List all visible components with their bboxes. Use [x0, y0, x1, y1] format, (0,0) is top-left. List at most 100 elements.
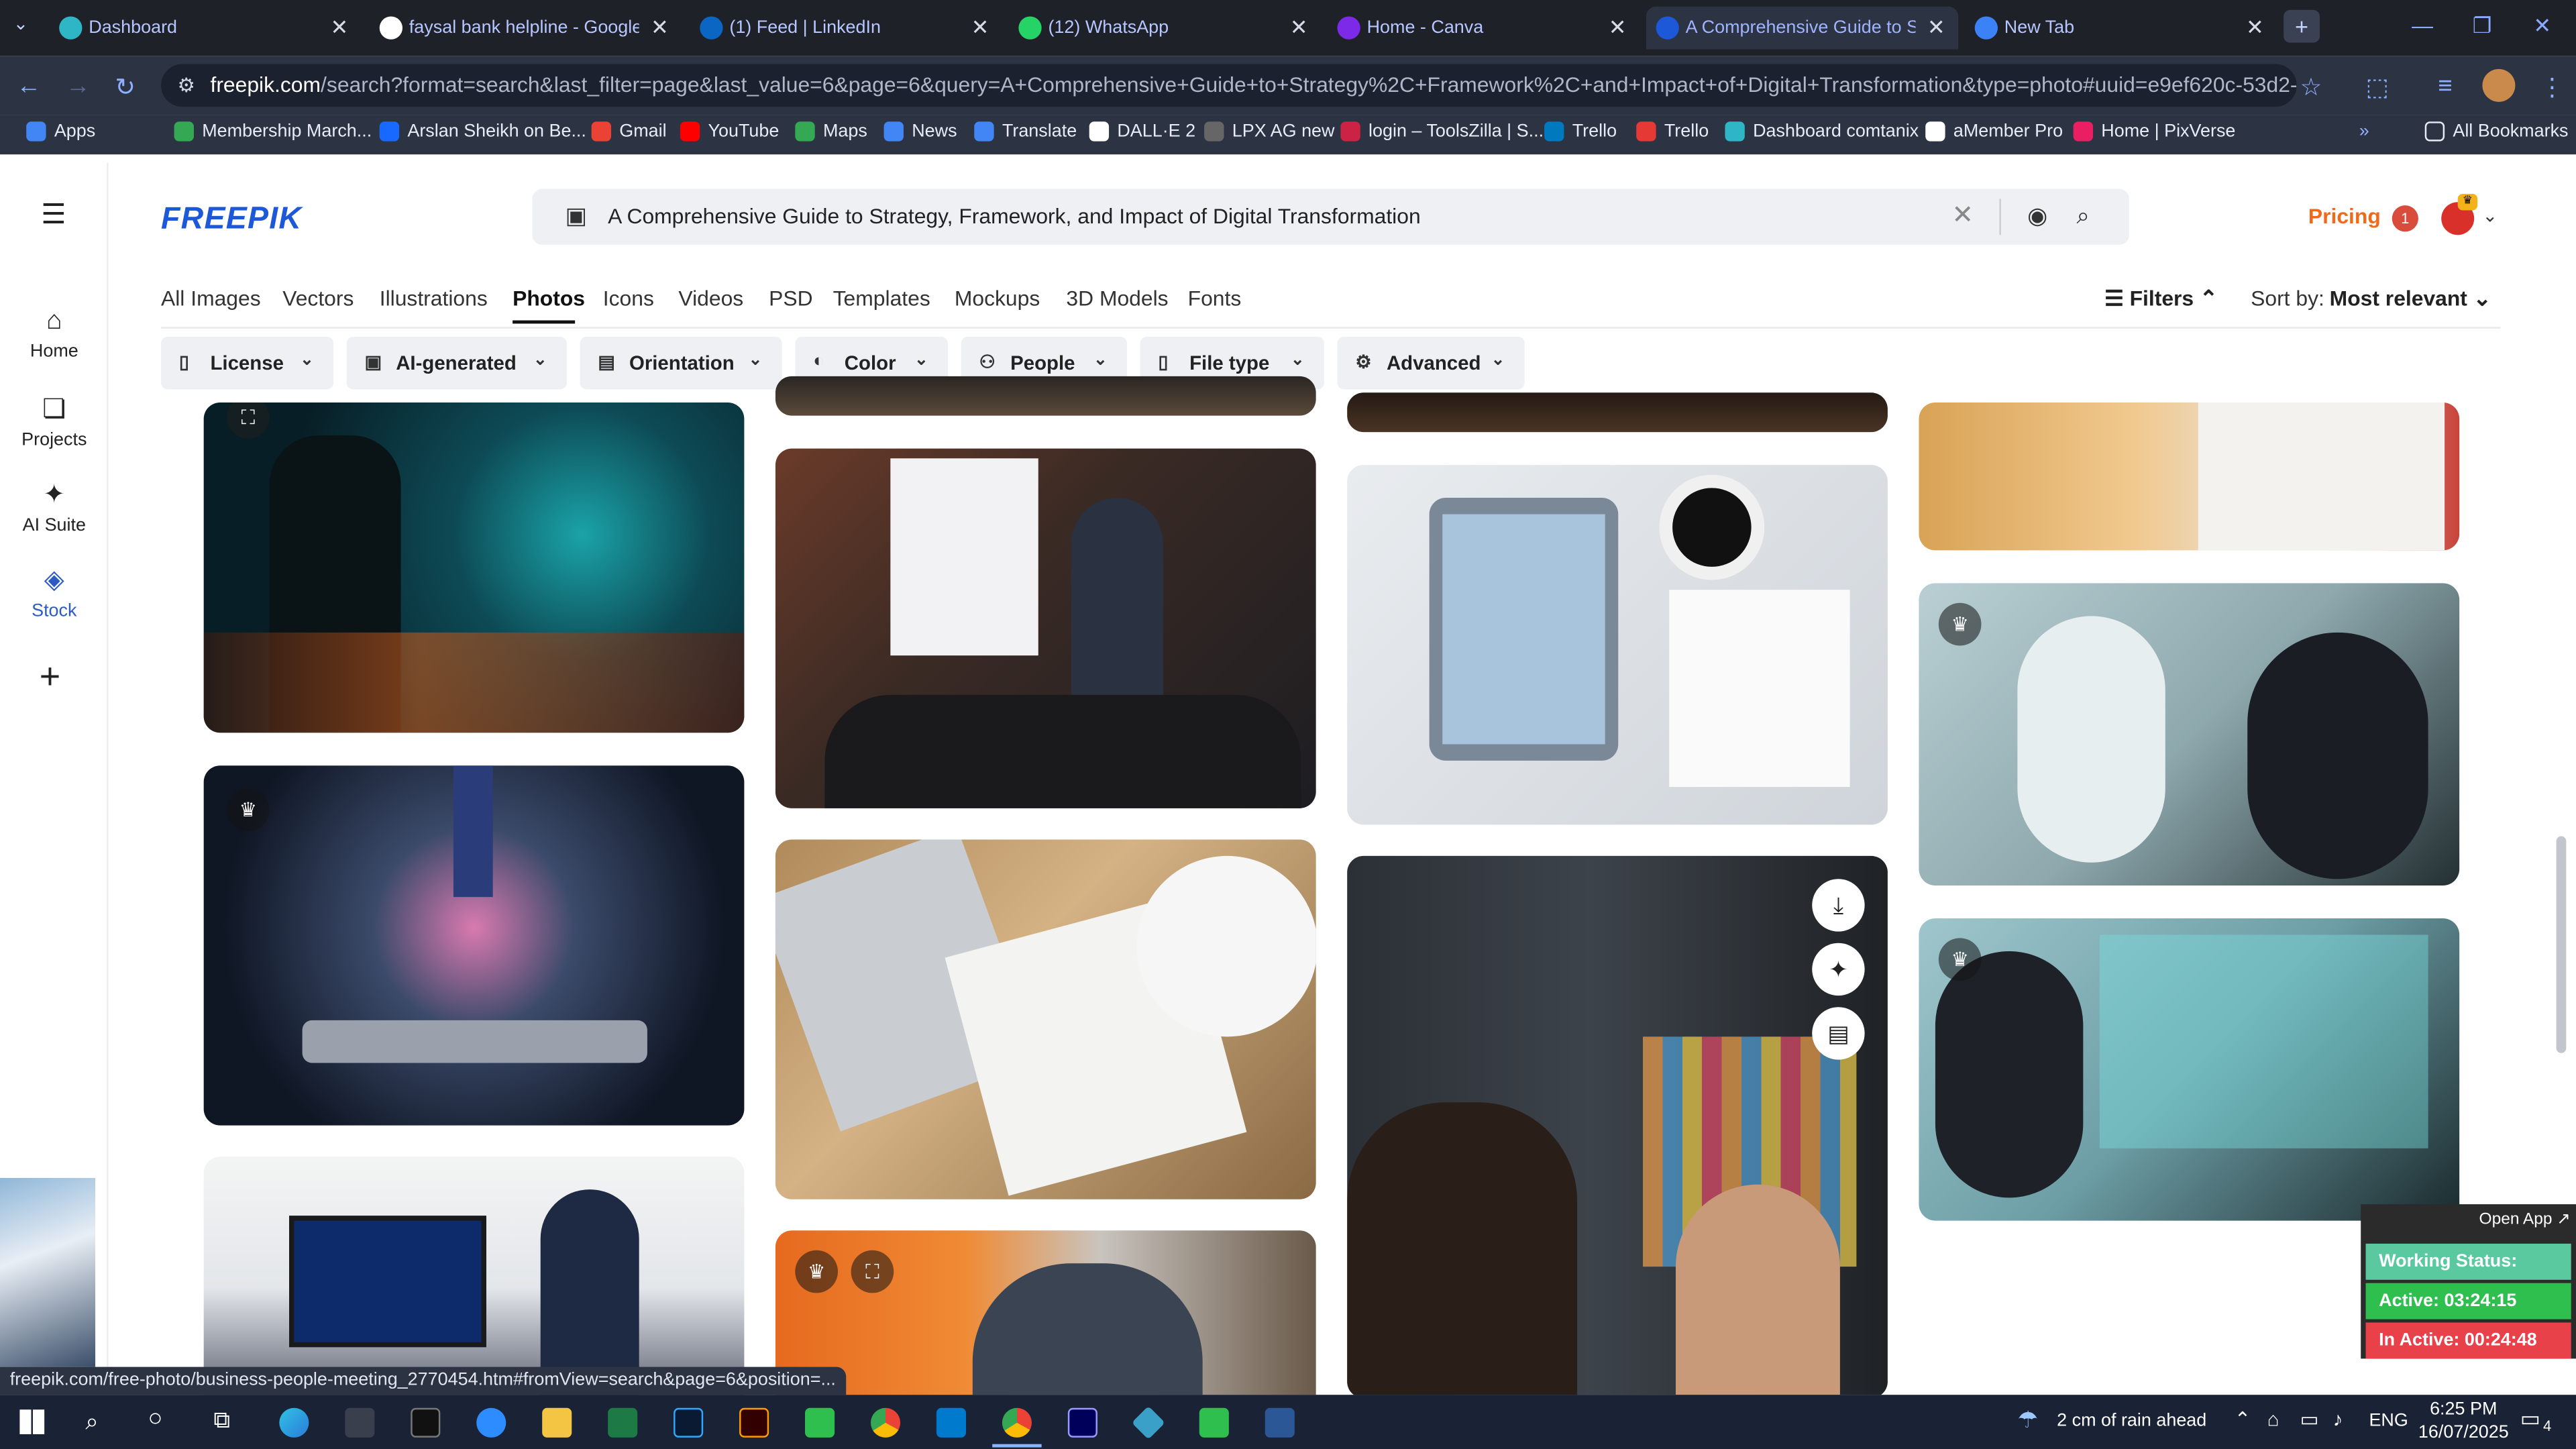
close-tab-icon[interactable]: ✕: [330, 15, 348, 41]
page-scrollbar[interactable]: [2556, 836, 2567, 1053]
vscode-icon[interactable]: [936, 1407, 967, 1438]
image-search-type-icon[interactable]: ▣: [565, 202, 586, 230]
ai-edit-icon[interactable]: ✦: [1812, 943, 1865, 996]
pricing-link[interactable]: Pricing: [2308, 204, 2381, 229]
browser-tab[interactable]: faysal bank helpline - Google Se ✕: [370, 7, 682, 50]
close-tab-icon[interactable]: ✕: [1609, 15, 1627, 41]
extensions-icon[interactable]: ⬚: [2366, 72, 2390, 102]
photo-tile[interactable]: ♛ ⛶: [775, 1230, 1316, 1395]
tab-search-menu-icon[interactable]: ⌄: [13, 13, 29, 34]
close-tab-icon[interactable]: ✕: [651, 15, 669, 41]
open-app-link[interactable]: Open App ↗: [2479, 1211, 2571, 1229]
photo-tile[interactable]: [775, 448, 1316, 808]
language-indicator[interactable]: ENG: [2369, 1411, 2408, 1431]
sort-dropdown[interactable]: Most relevant ⌄: [2330, 286, 2491, 312]
tab-illustrations[interactable]: Illustrations: [380, 286, 488, 311]
clock-date[interactable]: 16/07/2025: [2418, 1423, 2509, 1442]
close-tab-icon[interactable]: ✕: [971, 15, 989, 41]
sidenav-item-ai-suite[interactable]: ✦ AI Suite: [0, 478, 109, 536]
tab-3d-models[interactable]: 3D Models: [1066, 286, 1168, 311]
photo-tile[interactable]: ♛: [1919, 918, 2460, 1221]
new-tab-button[interactable]: +: [2284, 9, 2320, 43]
media-icon[interactable]: ≡: [2438, 72, 2452, 101]
notification-center-icon[interactable]: ▭: [2520, 1406, 2540, 1432]
app-green-icon[interactable]: [1199, 1407, 1229, 1438]
photo-tile[interactable]: [1347, 465, 1888, 825]
network-icon[interactable]: ⌂: [2267, 1408, 2279, 1431]
bookmark-item[interactable]: Home | PixVerse: [2073, 121, 2235, 142]
site-info-icon[interactable]: ⚙: [177, 64, 195, 107]
back-icon[interactable]: ←: [16, 72, 41, 101]
camera-search-icon[interactable]: ◉: [2027, 202, 2047, 230]
browser-tab[interactable]: Home - Canva ✕: [1328, 7, 1640, 50]
photo-tile[interactable]: ⤓ ✦ ▤: [1347, 855, 1888, 1395]
photoshop-icon[interactable]: [674, 1407, 704, 1438]
pen-icon[interactable]: [345, 1407, 375, 1438]
photo-tile[interactable]: [775, 376, 1316, 416]
clear-search-icon[interactable]: ✕: [1951, 199, 1974, 231]
bookmark-item[interactable]: DALL·E 2: [1089, 121, 1195, 142]
bookmark-item[interactable]: YouTube: [680, 121, 779, 142]
tray-chevron-icon[interactable]: ⌃: [2235, 1408, 2251, 1431]
clock-time[interactable]: 6:25 PM: [2430, 1400, 2497, 1419]
edge-icon[interactable]: [279, 1407, 309, 1438]
search-icon[interactable]: ⌕: [2077, 202, 2090, 230]
zoom-icon[interactable]: [476, 1407, 506, 1438]
bookmark-item[interactable]: LPX AG new: [1204, 121, 1335, 142]
browser-tab[interactable]: New Tab ✕: [1965, 7, 2277, 50]
terminal-icon[interactable]: [411, 1407, 441, 1438]
search-input[interactable]: A Comprehensive Guide to Strategy, Frame…: [608, 204, 1421, 229]
close-tab-icon[interactable]: ✕: [2246, 15, 2264, 41]
filter-chip-advanced[interactable]: ⚙ Advanced ⌄: [1337, 337, 1525, 390]
bookmark-item[interactable]: Membership March...: [174, 121, 372, 142]
search-bar[interactable]: ▣ A Comprehensive Guide to Strategy, Fra…: [532, 189, 2129, 245]
forward-icon[interactable]: →: [66, 72, 91, 101]
filter-chip-license[interactable]: ▯ License ⌄: [161, 337, 334, 390]
sidenav-item-stock[interactable]: ◈ Stock: [0, 564, 109, 621]
photo-tile[interactable]: ⛶: [203, 402, 745, 733]
photo-tile[interactable]: [1347, 392, 1888, 433]
app-diamond-icon[interactable]: [1131, 1405, 1165, 1440]
hamburger-menu-icon[interactable]: ☰: [41, 199, 66, 231]
bookmark-item[interactable]: Arslan Sheikh on Be...: [379, 121, 586, 142]
file-explorer-icon[interactable]: [542, 1407, 572, 1438]
photo-tile[interactable]: ♛: [1919, 583, 2460, 886]
profile-avatar[interactable]: [2482, 68, 2516, 102]
bookmark-item[interactable]: Translate: [974, 121, 1077, 142]
browser-tab[interactable]: Dashboard ✕: [49, 7, 361, 50]
task-view-icon[interactable]: ⧉: [213, 1406, 229, 1434]
bookmark-item[interactable]: Dashboard comtanix: [1725, 121, 1919, 142]
volume-icon[interactable]: ♪: [2333, 1408, 2343, 1431]
photo-tile[interactable]: ♛: [203, 765, 745, 1126]
notifications-icon[interactable]: 1: [2392, 205, 2418, 232]
bookmark-star-icon[interactable]: ☆: [2300, 72, 2322, 102]
chrome-icon[interactable]: [870, 1407, 901, 1438]
bookmark-item[interactable]: login – ToolsZilla | S...: [1340, 121, 1544, 142]
close-tab-icon[interactable]: ✕: [1290, 15, 1308, 41]
freepik-logo[interactable]: FREEPIK: [161, 202, 302, 238]
filters-toggle[interactable]: ☰ Filters ⌃: [2104, 286, 2218, 312]
url-input[interactable]: ⚙ freepik.com/search?format=search&last_…: [161, 64, 2297, 107]
weather-icon[interactable]: ☂: [2017, 1406, 2038, 1434]
cortana-icon[interactable]: ○: [148, 1405, 162, 1433]
photo-tile[interactable]: [203, 1157, 745, 1395]
bookmark-item[interactable]: Gmail: [591, 121, 667, 142]
close-tab-icon[interactable]: ✕: [1927, 15, 1945, 41]
photo-tile[interactable]: [775, 839, 1316, 1199]
account-menu-chevron-icon[interactable]: ⌄: [2482, 205, 2498, 227]
tab-all-images[interactable]: All Images: [161, 286, 261, 311]
filter-chip-ai-generated[interactable]: ▣ AI-generated ⌄: [346, 337, 567, 390]
tab-vectors[interactable]: Vectors: [282, 286, 354, 311]
download-icon[interactable]: ⤓: [1812, 879, 1865, 932]
weather-text[interactable]: 2 cm of rain ahead: [2057, 1411, 2206, 1431]
tab-psd[interactable]: PSD: [769, 286, 812, 311]
browser-tab[interactable]: (1) Feed | LinkedIn ✕: [690, 7, 1002, 50]
bookmark-item[interactable]: News: [883, 121, 957, 142]
app-green-icon[interactable]: [805, 1407, 835, 1438]
sidenav-item-projects[interactable]: ❏ Projects: [0, 392, 109, 450]
tab-icons[interactable]: Icons: [603, 286, 654, 311]
restore-icon[interactable]: ❐: [2473, 13, 2492, 40]
save-to-collection-icon[interactable]: ▤: [1812, 1007, 1865, 1060]
browser-tab[interactable]: (12) WhatsApp ✕: [1009, 7, 1321, 50]
tab-mockups[interactable]: Mockups: [955, 286, 1040, 311]
